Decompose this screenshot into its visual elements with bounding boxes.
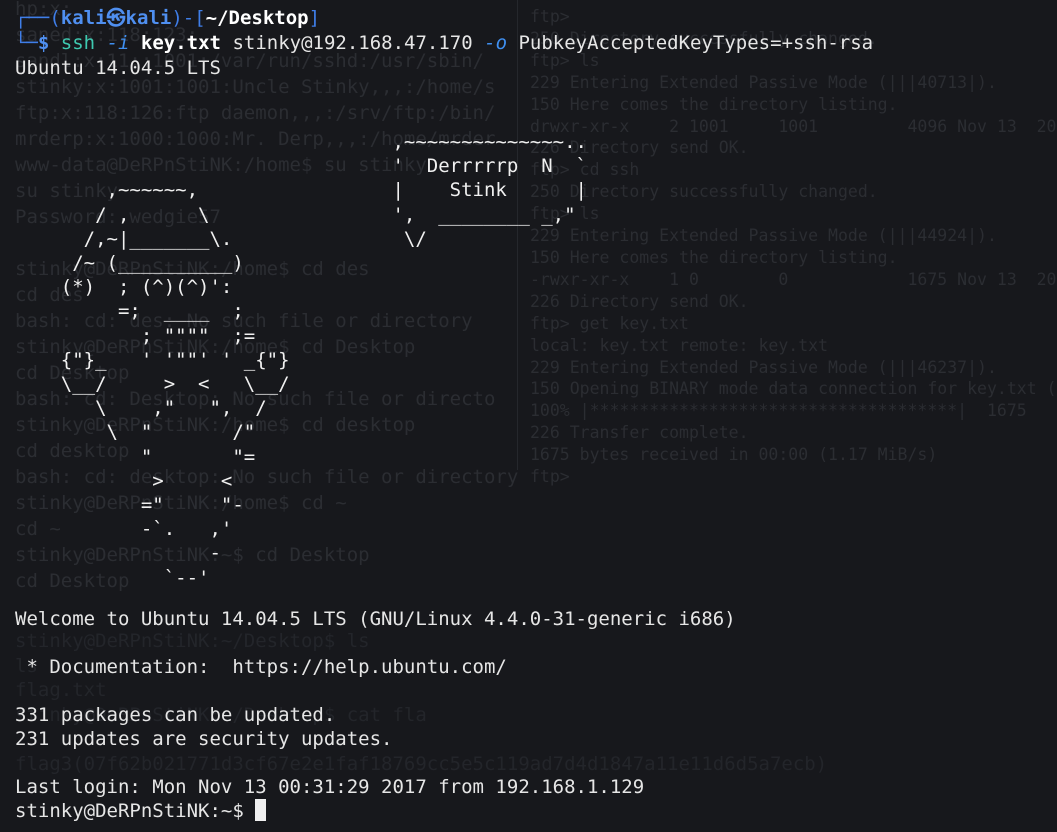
command-flag-i: -i (106, 32, 130, 54)
command-target: stinky@192.168.47.170 (232, 32, 473, 54)
command-program: ssh (60, 32, 96, 54)
prompt-corner-top: ┌──( (15, 7, 61, 29)
prompt-close-bracket: ] (308, 7, 321, 29)
prompt-host: kali (125, 7, 172, 29)
command-option: PubkeyAcceptedKeyTypes=+ssh-rsa (518, 32, 874, 54)
security-updates-line: 231 updates are security updates. (15, 728, 393, 750)
final-prompt-line[interactable]: stinky@DeRPnStiNK:~$ (15, 799, 267, 823)
derp-ascii-art: ,~~~~~~~~~~~~~~.. ' Derrrrrp N ` ,~~~~~~… (60, 131, 587, 589)
prompt-user: kali (60, 7, 107, 29)
command-line: └─$ ssh -i key.txt stinky@192.168.47.170… (15, 31, 873, 55)
last-login-line: Last login: Mon Nov 13 00:31:29 2017 fro… (15, 776, 645, 798)
banner-top: Ubuntu 14.04.5 LTS (15, 57, 221, 79)
final-prompt: stinky@DeRPnStiNK:~$ (15, 800, 256, 822)
prompt-dollar: $ (37, 32, 50, 54)
command-flag-o: -o (484, 32, 508, 54)
background-ftp-session-text: ftp> 250 Directory successfully changed.… (530, 7, 1057, 487)
prompt-corner-bottom: └─ (15, 32, 38, 54)
prompt-separator: )-[ (171, 7, 206, 29)
packages-line: 331 packages can be updated. (15, 704, 336, 726)
text-cursor[interactable] (255, 799, 267, 821)
prompt-at-symbol: ㉿ (106, 7, 126, 29)
welcome-line: Welcome to Ubuntu 14.04.5 LTS (GNU/Linux… (15, 608, 736, 630)
prompt-header-line: ┌──(kali㉿kali)-[~/Desktop] (15, 6, 320, 30)
prompt-path: ~/Desktop (205, 7, 309, 29)
command-keyfile: key.txt (140, 32, 221, 54)
documentation-line: * Documentation: https://help.ubuntu.com… (15, 656, 507, 678)
